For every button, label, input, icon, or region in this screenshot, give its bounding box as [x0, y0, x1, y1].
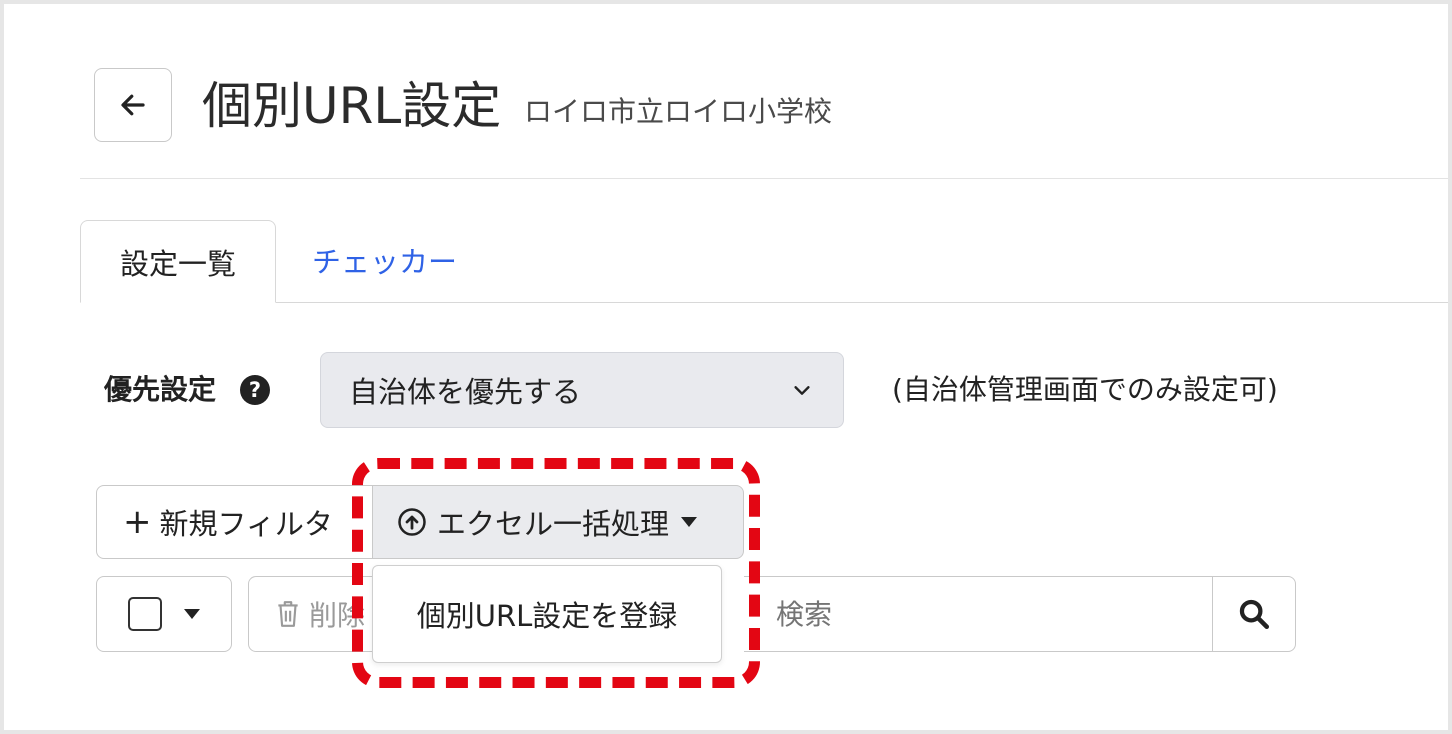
new-filter-button[interactable]: + 新規フィルタ [96, 485, 376, 559]
excel-bulk-button[interactable]: エクセル一括処理 [372, 485, 744, 559]
priority-note: (自治体管理画面でのみ設定可) [892, 373, 1278, 406]
back-button[interactable] [94, 68, 172, 142]
header-divider [80, 178, 1448, 179]
excel-bulk-label: エクセル一括処理 [437, 507, 670, 541]
priority-select-value: 自治体を優先する [349, 375, 582, 409]
caret-down-icon [184, 609, 200, 619]
tab-settings-list[interactable]: 設定一覧 [80, 220, 276, 303]
tab-checker[interactable]: チェッカー [312, 240, 457, 284]
chevron-down-icon [794, 386, 810, 395]
new-filter-label: 新規フィルタ [159, 507, 333, 541]
plus-icon: + [123, 502, 152, 542]
search-button[interactable] [1212, 576, 1296, 652]
select-all-checkbox[interactable] [128, 597, 162, 631]
select-all-dropdown[interactable] [96, 576, 232, 652]
page-frame: 個別URL設定 ロイロ市立ロイロ小学校 設定一覧 チェッカー 優先設定 ? 自治… [4, 4, 1448, 730]
caret-down-icon [681, 517, 698, 527]
upload-circle-icon [398, 508, 426, 536]
dropdown-item-register-url[interactable]: 個別URL設定を登録 [372, 565, 722, 663]
delete-label: 削除 [309, 599, 366, 632]
search-input[interactable] [744, 576, 1214, 652]
question-circle-icon[interactable]: ? [240, 375, 270, 405]
tab-bar-divider [80, 302, 1448, 303]
arrow-left-icon [121, 94, 145, 116]
page-title: 個別URL設定 [202, 77, 502, 135]
search-icon [1239, 599, 1270, 630]
priority-label: 優先設定 [104, 373, 217, 406]
priority-select[interactable]: 自治体を優先する [320, 352, 844, 428]
page-subtitle: ロイロ市立ロイロ小学校 [524, 95, 833, 128]
trash-icon [278, 601, 298, 627]
